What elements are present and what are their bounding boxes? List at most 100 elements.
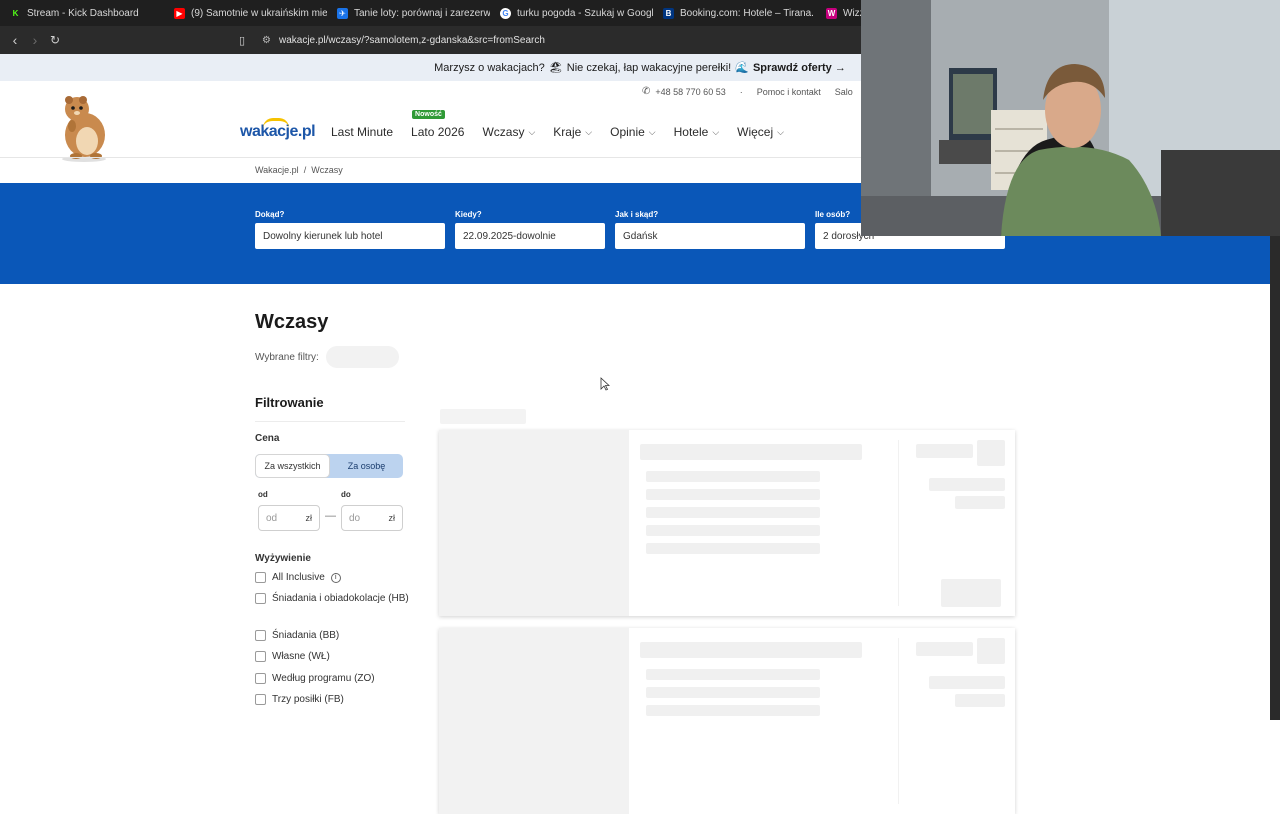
checkbox[interactable] <box>255 572 266 583</box>
skeleton-bar <box>941 579 1001 607</box>
meal-option[interactable]: Śniadania (BB) <box>255 629 339 643</box>
skeleton-bar <box>646 507 820 518</box>
salons-link[interactable]: Salo <box>835 87 853 97</box>
chosen-filters-label: Wybrane filtry: <box>255 352 319 363</box>
divider <box>898 638 899 804</box>
nav-opinie[interactable]: Opinie ⌵ <box>610 125 656 139</box>
webcam-feed <box>861 0 1280 236</box>
skeleton-bar <box>646 543 820 554</box>
back-icon[interactable]: ‹ <box>5 30 25 50</box>
flights-icon: ✈ <box>337 7 348 19</box>
skeleton-bar <box>646 669 820 680</box>
palm-icon: 🏖 <box>548 62 563 74</box>
offer-card-skeleton <box>439 628 1015 814</box>
checkbox[interactable] <box>255 651 266 662</box>
price-to-label: do <box>341 490 351 499</box>
meal-option[interactable]: Trzy posiłki (FB) <box>255 693 344 707</box>
skeleton-bar <box>916 642 973 656</box>
divider <box>898 440 899 606</box>
date-input[interactable]: 22.09.2025-dowolnie <box>455 223 605 249</box>
checkbox[interactable] <box>255 593 266 604</box>
price-mode-toggle: Za wszystkich Za osobę <box>255 454 403 478</box>
bookmark-icon[interactable]: ▯ <box>232 30 252 50</box>
skeleton-bar <box>646 471 820 482</box>
destination-field: Dokąd? Dowolny kierunek lub hotel <box>255 210 445 249</box>
image-skeleton <box>439 430 629 616</box>
browser-tab[interactable]: B Booking.com: Hotele – Tirana. Zarez <box>653 0 816 26</box>
divider <box>255 421 405 422</box>
phone-link[interactable]: ✆ +48 58 770 60 53 <box>642 86 726 97</box>
site-settings-icon[interactable]: ⚙ <box>262 35 271 46</box>
browser-tab[interactable]: K Stream - Kick Dashboard <box>0 0 164 26</box>
nav-kraje[interactable]: Kraje ⌵ <box>553 125 592 139</box>
checkbox[interactable] <box>255 630 266 641</box>
breadcrumb: Wakacje.pl / Wczasy <box>255 165 343 175</box>
nav-lato-2026[interactable]: Nowość Lato 2026 <box>411 110 464 139</box>
sort-skeleton <box>440 409 526 424</box>
price-from-label: od <box>258 490 268 499</box>
skeleton-bar <box>646 687 820 698</box>
offer-card-skeleton <box>439 430 1015 616</box>
mouse-cursor-icon <box>600 377 610 391</box>
skeleton-bar <box>646 705 820 716</box>
meal-option[interactable]: All Inclusive i <box>255 571 341 585</box>
checkbox[interactable] <box>255 673 266 684</box>
wave-icon: 🌊 <box>735 62 749 74</box>
nav-wiecej[interactable]: Więcej ⌵ <box>737 125 784 139</box>
skeleton-bar <box>929 676 1005 689</box>
site-logo[interactable]: wakacje.pl <box>240 118 316 141</box>
meals-label: Wyżywienie <box>255 553 311 564</box>
browser-tab[interactable]: ✈ Tanie loty: porównaj i zarezerwuj bile <box>327 0 490 26</box>
google-icon: G <box>500 7 511 19</box>
skeleton-bar <box>646 525 820 536</box>
price-person-option[interactable]: Za osobę <box>330 454 403 478</box>
meal-option[interactable]: Śniadania i obiadokolacje (HB) <box>255 592 415 606</box>
wizz-icon: W <box>826 7 837 19</box>
skeleton-bar <box>977 638 1005 664</box>
skeleton-bar <box>977 440 1005 466</box>
meal-option[interactable]: Według programu (ZO) <box>255 672 375 686</box>
chevron-down-icon: ⌵ <box>712 126 720 137</box>
chevron-down-icon: ⌵ <box>777 126 784 137</box>
price-all-option[interactable]: Za wszystkich <box>255 454 330 478</box>
price-to-input[interactable]: do zł <box>341 505 403 531</box>
skeleton-bar <box>640 444 862 460</box>
chevron-down-icon: ⌵ <box>648 126 656 137</box>
kick-icon: K <box>10 7 21 19</box>
chevron-down-icon: ⌵ <box>528 126 536 137</box>
sun-icon <box>263 118 289 128</box>
help-link[interactable]: Pomoc i kontakt <box>757 87 821 97</box>
filters-title: Filtrowanie <box>255 395 324 410</box>
nav-wczasy[interactable]: Wczasy ⌵ <box>482 125 535 139</box>
browser-tab[interactable]: G turku pogoda - Szukaj w Google <box>490 0 653 26</box>
skeleton-bar <box>955 496 1005 509</box>
nav-last-minute[interactable]: Last Minute <box>331 125 393 139</box>
webcam-overlay <box>861 0 1280 236</box>
url-field[interactable]: ⚙ wakacje.pl/wczasy/?samolotem,z-gdanska… <box>262 30 545 50</box>
skeleton-bar <box>955 694 1005 707</box>
chevron-down-icon: ⌵ <box>585 126 593 137</box>
info-icon[interactable]: i <box>330 573 341 583</box>
chosen-filters-placeholder <box>326 346 399 368</box>
new-badge: Nowość <box>412 110 445 119</box>
skeleton-bar <box>929 478 1005 491</box>
date-field: Kiedy? 22.09.2025-dowolnie <box>455 210 605 249</box>
page-scrollbar[interactable] <box>1270 236 1280 720</box>
booking-icon: B <box>663 7 674 19</box>
price-from-input[interactable]: od zł <box>258 505 320 531</box>
nav-hotele[interactable]: Hotele ⌵ <box>674 125 720 139</box>
promo-cta-link[interactable]: Sprawdź oferty → <box>753 62 846 74</box>
checkbox[interactable] <box>255 694 266 705</box>
skeleton-bar <box>640 642 862 658</box>
meal-option[interactable]: Własne (WŁ) <box>255 650 330 664</box>
phone-icon: ✆ <box>642 86 651 97</box>
price-label: Cena <box>255 433 280 444</box>
reload-icon[interactable]: ↻ <box>45 30 65 50</box>
breadcrumb-home[interactable]: Wakacje.pl <box>255 165 299 175</box>
forward-icon[interactable]: › <box>25 30 45 50</box>
departure-input[interactable]: Gdańsk <box>615 223 805 249</box>
browser-tab[interactable]: ▶ (9) Samotnie w ukraińskim mieście n <box>164 0 327 26</box>
youtube-icon: ▶ <box>174 7 185 19</box>
destination-input[interactable]: Dowolny kierunek lub hotel <box>255 223 445 249</box>
contact-bar: ✆ +48 58 770 60 53 · Pomoc i kontakt Sal… <box>642 86 853 97</box>
